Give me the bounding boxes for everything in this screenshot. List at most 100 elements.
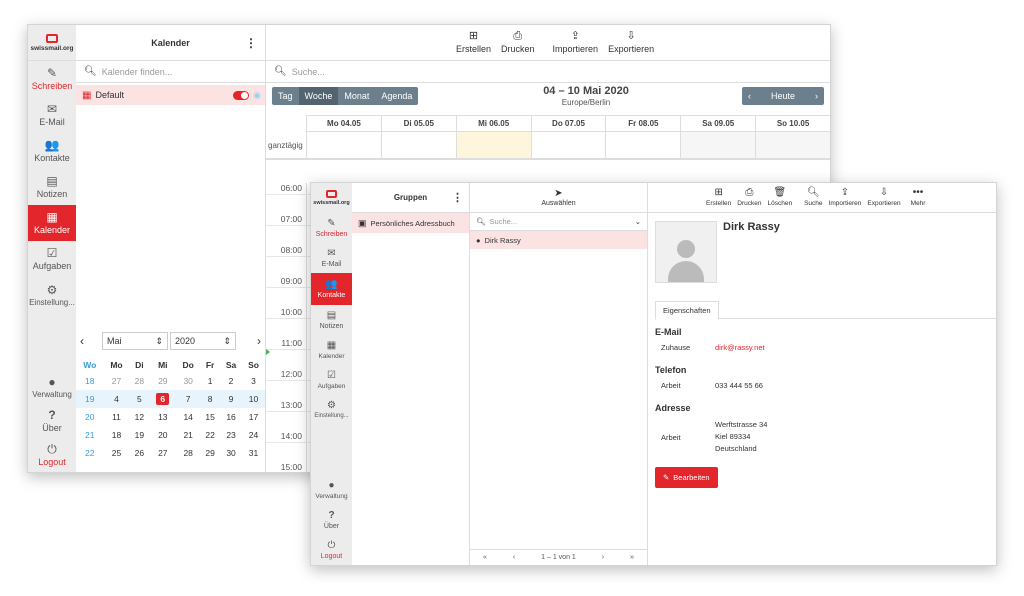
day-cell[interactable]: 19 xyxy=(129,426,149,444)
day-cell[interactable]: 17 xyxy=(242,408,265,426)
nav-calendar[interactable]: ▦ Kalender xyxy=(28,205,76,241)
day-cell[interactable]: 8 xyxy=(200,390,220,408)
day-cell[interactable]: 22 xyxy=(200,426,220,444)
day-cell[interactable]: 18 xyxy=(104,426,130,444)
calendar-list-item[interactable]: ▦ Default ◉ xyxy=(76,85,265,105)
day-cell[interactable]: 21 xyxy=(176,426,200,444)
day-cell[interactable]: 4 xyxy=(104,390,130,408)
day-cell[interactable]: 12 xyxy=(129,408,149,426)
nav-about[interactable]: ? Über xyxy=(311,505,352,535)
nav-email[interactable]: ✉ E-Mail xyxy=(311,243,352,273)
more-vertical-icon[interactable]: ⋮ xyxy=(452,191,463,204)
day-cell[interactable]: 11 xyxy=(104,408,130,426)
next-week-button[interactable]: › xyxy=(809,87,824,105)
create-button[interactable]: ⊞ Erstellen xyxy=(456,31,491,55)
email-link[interactable]: dirk@rassy.net xyxy=(715,343,765,352)
prev-week-button[interactable]: ‹ xyxy=(742,87,757,105)
day-cell[interactable]: 28 xyxy=(176,444,200,462)
nav-logout[interactable]: ⏻ Logout xyxy=(28,438,76,472)
create-button[interactable]: ⊞ Erstellen xyxy=(706,188,731,208)
calendar-search-input[interactable]: Kalender finden... xyxy=(102,67,173,77)
today-button[interactable]: Heute xyxy=(757,87,809,105)
nav-compose[interactable]: ✎ Schreiben xyxy=(311,213,352,243)
prev-page-button[interactable]: ‹ xyxy=(513,554,515,561)
day-cell[interactable]: 20 xyxy=(149,426,176,444)
day-cell[interactable]: 23 xyxy=(220,426,242,444)
delete-button[interactable]: 🗑︎ Löschen xyxy=(768,188,793,208)
year-select[interactable]: 2020 ⇕ xyxy=(170,332,236,350)
nav-notes[interactable]: ▤ Notizen xyxy=(28,169,76,205)
day-cell[interactable]: 27 xyxy=(104,372,130,390)
nav-email[interactable]: ✉ E-Mail xyxy=(28,97,76,133)
day-header[interactable]: Mo 04.05 xyxy=(306,116,381,131)
contact-list-item[interactable]: ● Dirk Rassy xyxy=(470,231,647,249)
nav-calendar[interactable]: ▦ Kalender xyxy=(311,335,352,365)
day-header[interactable]: Di 05.05 xyxy=(380,116,456,131)
day-cell[interactable]: 3 xyxy=(242,372,265,390)
day-cell[interactable]: 14 xyxy=(176,408,200,426)
tab-properties[interactable]: Eigenschaften xyxy=(655,301,719,320)
edit-button[interactable]: ✎ Bearbeiten xyxy=(655,467,718,488)
day-cell[interactable]: 28 xyxy=(129,372,149,390)
visibility-icon[interactable]: ◉ xyxy=(253,90,261,101)
day-cell[interactable]: 26 xyxy=(129,444,149,462)
view-agenda[interactable]: Agenda xyxy=(375,87,418,105)
day-cell[interactable]: 5 xyxy=(129,390,149,408)
day-header[interactable]: So 10.05 xyxy=(755,116,830,131)
nav-settings[interactable]: ⚙ Einstellung... xyxy=(28,277,76,313)
select-button[interactable]: Auswählen xyxy=(541,200,575,207)
view-month[interactable]: Monat xyxy=(338,87,375,105)
nav-settings[interactable]: ⚙ Einstellung... xyxy=(311,395,352,425)
import-button[interactable]: ⇪ Importieren xyxy=(553,31,599,55)
day-header[interactable]: Mi 06.05 xyxy=(455,116,531,131)
nav-tasks[interactable]: ☑ Aufgaben xyxy=(28,241,76,277)
nav-contacts[interactable]: 👥 Kontakte xyxy=(311,273,352,305)
nav-notes[interactable]: ▤ Notizen xyxy=(311,305,352,335)
last-page-button[interactable]: » xyxy=(630,554,634,561)
next-month-button[interactable]: › xyxy=(257,334,261,348)
nav-contacts[interactable]: 👥 Kontakte xyxy=(28,133,76,169)
day-header[interactable]: Do 07.05 xyxy=(530,116,606,131)
day-cell[interactable]: 25 xyxy=(104,444,130,462)
calendar-toggle[interactable] xyxy=(233,90,250,100)
day-cell[interactable]: 29 xyxy=(149,372,176,390)
first-page-button[interactable]: « xyxy=(483,554,487,561)
event-search-input[interactable]: Suche... xyxy=(292,67,325,77)
day-cell[interactable]: 31 xyxy=(242,444,265,462)
search-button[interactable]: 🔍︎ Suche xyxy=(804,188,822,208)
day-cell[interactable]: 7 xyxy=(176,390,200,408)
nav-admin[interactable]: ● Verwaltung xyxy=(28,370,76,404)
chevron-down-icon[interactable]: ⌄ xyxy=(635,217,641,226)
day-cell-today[interactable]: 6 xyxy=(149,390,176,408)
print-button[interactable]: ⎙ Drucken xyxy=(501,31,535,55)
day-cell[interactable]: 27 xyxy=(149,444,176,462)
day-cell[interactable]: 13 xyxy=(149,408,176,426)
nav-logout[interactable]: ⏻ Logout xyxy=(311,535,352,565)
day-cell[interactable]: 16 xyxy=(220,408,242,426)
import-button[interactable]: ⇪ Importieren xyxy=(829,188,862,208)
day-cell[interactable]: 15 xyxy=(200,408,220,426)
day-header[interactable]: Fr 08.05 xyxy=(605,116,680,131)
day-cell[interactable]: 1 xyxy=(200,372,220,390)
prev-month-button[interactable]: ‹ xyxy=(80,334,94,348)
day-header[interactable]: Sa 09.05 xyxy=(680,116,755,131)
nav-about[interactable]: ? Über xyxy=(28,404,76,438)
nav-compose[interactable]: ✎ Schreiben xyxy=(28,61,76,97)
day-cell[interactable]: 29 xyxy=(200,444,220,462)
more-button[interactable]: ••• Mehr xyxy=(911,188,926,208)
day-cell[interactable]: 30 xyxy=(176,372,200,390)
print-button[interactable]: ⎙ Drucken xyxy=(737,188,761,208)
contact-search-input[interactable]: Suche... xyxy=(490,217,635,226)
addressbook-item[interactable]: ▣ Persönliches Adressbuch xyxy=(352,213,469,233)
day-cell[interactable]: 10 xyxy=(242,390,265,408)
export-button[interactable]: ⇩ Exportieren xyxy=(867,188,900,208)
day-cell[interactable]: 24 xyxy=(242,426,265,444)
month-select[interactable]: Mai ⇕ xyxy=(102,332,168,350)
day-cell[interactable]: 9 xyxy=(220,390,242,408)
view-week[interactable]: Woche xyxy=(298,87,339,105)
day-cell[interactable]: 2 xyxy=(220,372,242,390)
next-page-button[interactable]: › xyxy=(602,554,604,561)
more-vertical-icon[interactable]: ⋮ xyxy=(245,36,257,50)
day-cell[interactable]: 30 xyxy=(220,444,242,462)
nav-tasks[interactable]: ☑ Aufgaben xyxy=(311,365,352,395)
